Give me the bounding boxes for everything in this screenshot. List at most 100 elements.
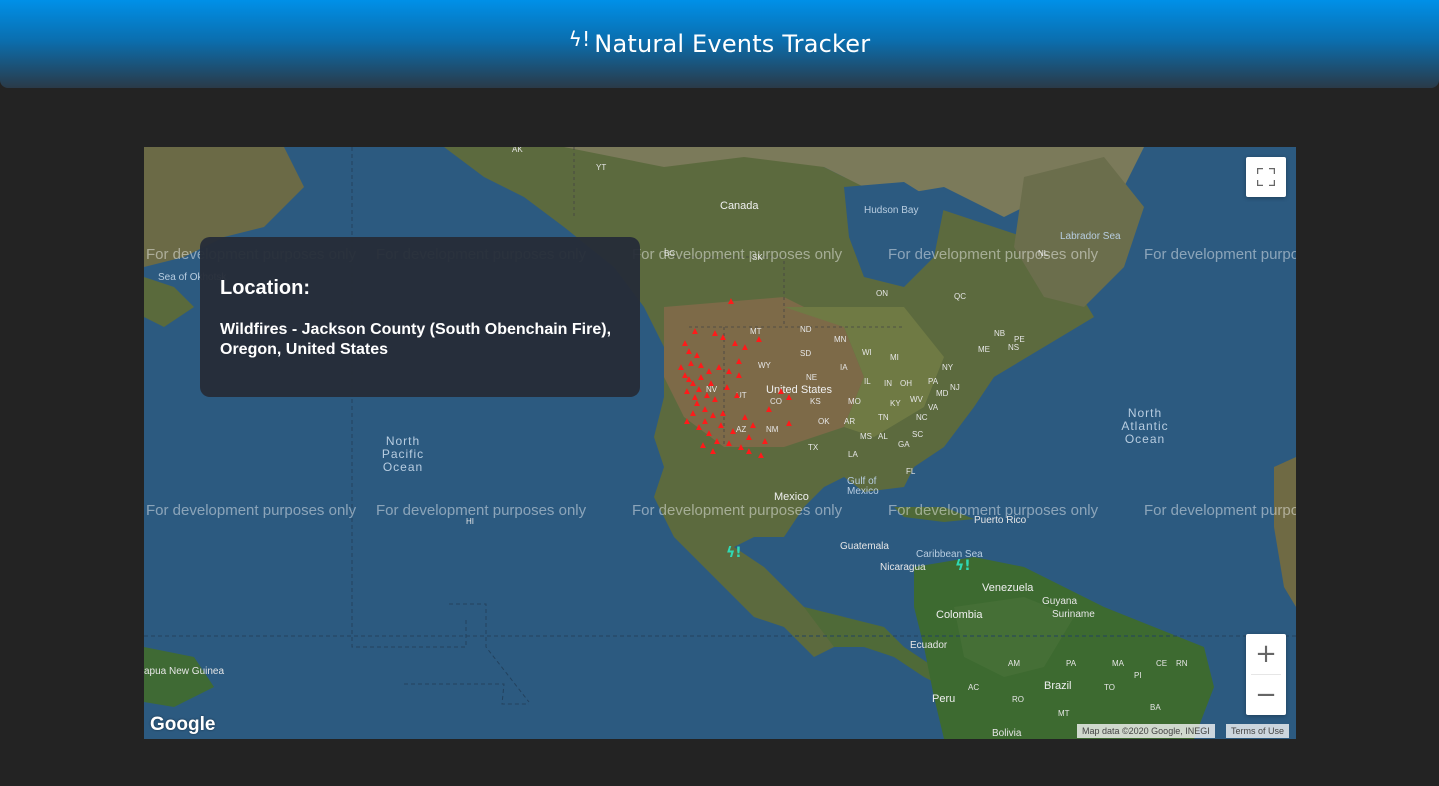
fire-icon[interactable]: ▲ xyxy=(686,359,696,369)
map-label-region: PE xyxy=(1014,335,1025,344)
google-logo[interactable]: Google xyxy=(150,714,215,736)
fire-icon[interactable]: ▲ xyxy=(728,427,738,437)
fire-icon[interactable]: ▲ xyxy=(732,391,742,401)
map-label-region: IA xyxy=(840,363,848,372)
fire-icon[interactable]: ▲ xyxy=(734,357,744,367)
fire-icon[interactable]: ▲ xyxy=(706,379,716,389)
map-label-region: AK xyxy=(512,147,523,154)
map-label-sea-of-okhotsk: Sea of Okhotsk xyxy=(158,272,227,283)
zoom-out-button[interactable]: − xyxy=(1246,675,1286,715)
fire-icon[interactable]: ▲ xyxy=(724,367,734,377)
map-label-suriname: Suriname xyxy=(1052,609,1095,620)
map-label-colombia: Colombia xyxy=(936,609,983,621)
fire-icon[interactable]: ▲ xyxy=(714,363,724,373)
map-label-region: QC xyxy=(954,292,966,301)
map-label-region: RN xyxy=(1176,659,1188,668)
map-label-puerto-rico: Puerto Rico xyxy=(974,515,1027,526)
map-label-venezuela: Venezuela xyxy=(982,582,1034,594)
fire-icon[interactable]: ▲ xyxy=(684,375,694,385)
fire-icon[interactable]: ▲ xyxy=(740,343,750,353)
fire-icon[interactable]: ▲ xyxy=(760,437,770,447)
fire-icon[interactable]: ▲ xyxy=(722,383,732,393)
fire-icon[interactable]: ▲ xyxy=(698,441,708,451)
fire-icon[interactable]: ▲ xyxy=(716,421,726,431)
map-label-north-pacific: North Pacific Ocean xyxy=(381,434,425,474)
fire-icon[interactable]: ▲ xyxy=(696,373,706,383)
watermark-text: For development purposes only xyxy=(1144,246,1296,263)
map-label-region: WV xyxy=(910,395,923,404)
fire-icon[interactable]: ▲ xyxy=(718,333,728,343)
map-label-guatemala: Guatemala xyxy=(840,541,889,552)
fire-icon[interactable]: ▲ xyxy=(748,421,758,431)
map-label-region: MN xyxy=(834,335,847,344)
terms-of-use-link[interactable]: Terms of Use xyxy=(1226,724,1290,738)
map-label-region: NC xyxy=(916,413,928,422)
map-label-north-atlantic: North Atlantic Ocean xyxy=(1121,406,1169,446)
map-label-region: NB xyxy=(994,329,1006,338)
fire-icon[interactable]: ▲ xyxy=(754,335,764,345)
map-label-region: KY xyxy=(890,399,901,408)
map-label-papua-new-guinea: apua New Guinea xyxy=(144,666,225,677)
fire-icon[interactable]: ▲ xyxy=(710,395,720,405)
fire-icon[interactable]: ▲ xyxy=(744,433,754,443)
map-label-region: AC xyxy=(968,683,980,692)
map-label-region: ND xyxy=(800,325,812,334)
map-label-brazil: Brazil xyxy=(1044,680,1072,692)
map-label-guyana: Guyana xyxy=(1042,596,1078,607)
map-label-region: TO xyxy=(1104,683,1115,692)
map-label-region: IL xyxy=(864,377,871,386)
fire-icon[interactable]: ▲ xyxy=(764,405,774,415)
map-label-region: MO xyxy=(848,397,861,406)
fire-icon[interactable]: ▲ xyxy=(756,451,766,461)
watermark-text: For development purposes only xyxy=(146,502,357,519)
map-label-region: YT xyxy=(596,163,607,172)
watermark-text: For development purposes only xyxy=(376,502,587,519)
lightning-alert-icon[interactable]: ϟ! xyxy=(726,545,742,561)
map-label-region: CE xyxy=(1156,659,1168,668)
fire-icon[interactable]: ▲ xyxy=(784,393,794,403)
fire-icon[interactable]: ▲ xyxy=(744,447,754,457)
fire-icon[interactable]: ▲ xyxy=(784,419,794,429)
fire-icon[interactable]: ▲ xyxy=(708,447,718,457)
app-title: ϟ! Natural Events Tracker xyxy=(568,27,871,58)
info-heading: Location: xyxy=(220,277,310,299)
map-label-region: AM xyxy=(1008,659,1020,668)
map-label-ecuador: Ecuador xyxy=(910,640,948,651)
fire-icon[interactable]: ▲ xyxy=(690,393,700,403)
events-map[interactable]: For development purposes only For develo… xyxy=(144,147,1296,739)
fire-icon[interactable]: ▲ xyxy=(718,409,728,419)
map-label-region: OK xyxy=(818,417,830,426)
lightning-alert-icon: ϟ! xyxy=(568,27,591,51)
fire-icon[interactable]: ▲ xyxy=(676,363,686,373)
zoom-in-button[interactable]: + xyxy=(1246,634,1286,674)
fire-icon[interactable]: ▲ xyxy=(690,327,700,337)
fullscreen-button[interactable] xyxy=(1246,157,1286,197)
lightning-alert-icon[interactable]: ϟ! xyxy=(955,558,971,574)
fire-icon[interactable]: ▲ xyxy=(734,371,744,381)
map-label-region: BC xyxy=(664,249,676,258)
map-label-region: FL xyxy=(906,467,916,476)
map-label-gulf-of-mexico: Gulf of Mexico xyxy=(847,476,879,497)
map-label-region: MT xyxy=(1058,709,1070,718)
map-label-region: GA xyxy=(898,440,910,449)
map-label-region: HI xyxy=(466,517,474,526)
map-label-region: TX xyxy=(808,443,819,452)
fire-icon[interactable]: ▲ xyxy=(682,417,692,427)
fire-icon[interactable]: ▲ xyxy=(724,439,734,449)
fire-icon[interactable]: ▲ xyxy=(726,297,736,307)
map-label-region: IN xyxy=(884,379,892,388)
map-label-nicaragua: Nicaragua xyxy=(880,562,926,573)
map-label-region: PI xyxy=(1134,671,1142,680)
map-label-region: WY xyxy=(758,361,771,370)
zoom-control: + − xyxy=(1246,634,1286,715)
app-header: ϟ! Natural Events Tracker xyxy=(0,0,1439,88)
fire-icon[interactable]: ▲ xyxy=(700,417,710,427)
fire-icon[interactable]: ▲ xyxy=(730,339,740,349)
map-label-region: NJ xyxy=(950,383,960,392)
map-label-region: NS xyxy=(1008,343,1020,352)
map-label-region: WI xyxy=(862,348,872,357)
map-label-region: ME xyxy=(978,345,990,354)
map-label-region: SK xyxy=(752,253,763,262)
map-label-caribbean-sea: Caribbean Sea xyxy=(916,549,983,560)
map-label-region: PA xyxy=(928,377,939,386)
